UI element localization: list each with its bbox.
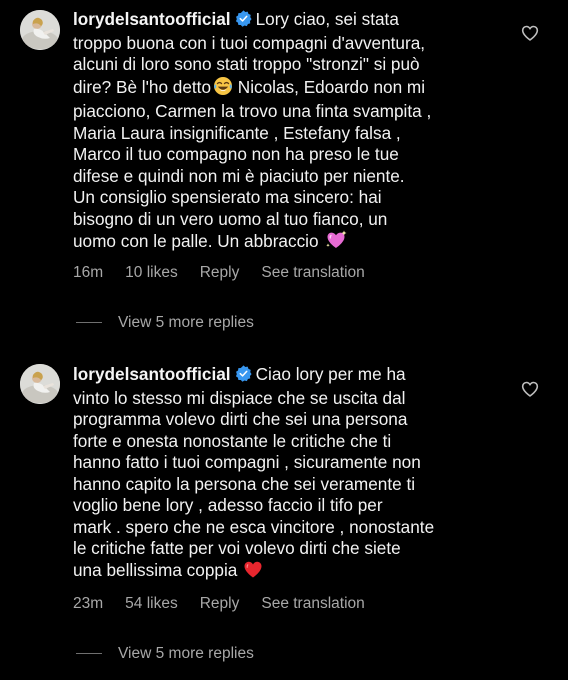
- red-heart-emoji: [243, 560, 263, 585]
- comment-line: troppo buona con i tuoi compagni d'avven…: [73, 32, 426, 53]
- comment-line: difese e quindi non mi è piaciuto per ni…: [73, 165, 405, 186]
- comment-line: una bellissima coppia: [73, 559, 238, 580]
- comment-line: Marco il tuo compagno non ha preso le tu…: [73, 144, 399, 164]
- likes-count[interactable]: 10 likes: [125, 264, 178, 281]
- comment-line: Nicolas, Edoardo non mi: [233, 76, 426, 97]
- avatar[interactable]: [20, 10, 60, 50]
- divider-line: [76, 653, 102, 655]
- comment-line: voglio bene lory , adesso faccio il tifo…: [73, 495, 383, 515]
- comment-line: Lory ciao, sei stata: [255, 9, 399, 29]
- comment-meta: 16m 10 likes Reply See translation: [73, 264, 387, 282]
- sparkling-heart-emoji: [325, 230, 347, 256]
- comment-line: Ciao lory per me ha: [255, 364, 406, 384]
- reply-button[interactable]: Reply: [200, 264, 240, 281]
- username[interactable]: lorydelsantoofficial: [73, 9, 231, 29]
- like-button[interactable]: [520, 23, 542, 45]
- comment-line: vinto lo stesso mi dispiace che se uscit…: [73, 387, 406, 408]
- comment-line: dire? Bè l'ho detto: [73, 76, 212, 97]
- comment-line: bisogno di un vero uomo al tuo fianco, u…: [73, 208, 388, 229]
- comment-line: uomo con le palle. Un abbraccio: [73, 231, 319, 251]
- comment-line: Un consiglio spensierato ma sincero: hai: [73, 187, 382, 207]
- tears-of-joy-emoji: [213, 76, 233, 102]
- reply-button[interactable]: Reply: [200, 595, 240, 612]
- see-translation-button[interactable]: See translation: [261, 264, 364, 281]
- comment-line: le critiche fatte per voi volevo dirti c…: [73, 538, 401, 558]
- comment-line: hanno capito la persona che sei verament…: [73, 473, 416, 494]
- like-button[interactable]: [520, 379, 542, 401]
- timestamp: 16m: [73, 264, 104, 281]
- divider-line: [76, 322, 102, 324]
- comment-text: lorydelsantoofficial Ciao lory per me ha …: [73, 364, 513, 584]
- comment-line: forte e onesta nonostante le critiche ch…: [73, 430, 392, 451]
- avatar[interactable]: [20, 364, 60, 404]
- heart-outline-icon: [520, 30, 540, 47]
- view-replies-button[interactable]: View 5 more replies: [76, 645, 254, 663]
- comment-line: piacciono, Carmen la trovo una finta sva…: [73, 101, 432, 121]
- view-replies-label: View 5 more replies: [118, 314, 254, 331]
- comment-line: programma volevo dirti che sei una perso…: [73, 409, 408, 429]
- view-replies-button[interactable]: View 5 more replies: [76, 314, 254, 332]
- see-translation-button[interactable]: See translation: [261, 595, 364, 612]
- likes-count[interactable]: 54 likes: [125, 595, 178, 612]
- comment-line: alcuni di loro sono stati troppo "stronz…: [73, 54, 420, 74]
- heart-outline-icon: [520, 386, 540, 403]
- comment-line: Maria Laura insignificante , Estefany fa…: [73, 122, 401, 143]
- view-replies-label: View 5 more replies: [118, 645, 254, 662]
- comment-line: mark . spero che ne esca vincitore , non…: [73, 516, 435, 537]
- comment-meta: 23m 54 likes Reply See translation: [73, 595, 387, 613]
- comment-text: lorydelsantoofficial Lory ciao, sei stata…: [73, 9, 513, 256]
- username[interactable]: lorydelsantoofficial: [73, 364, 231, 384]
- comment-line: hanno fatto i tuoi compagni , sicurament…: [73, 452, 421, 472]
- verified-badge-icon: [235, 365, 252, 388]
- timestamp: 23m: [73, 595, 104, 612]
- verified-badge-icon: [235, 10, 252, 33]
